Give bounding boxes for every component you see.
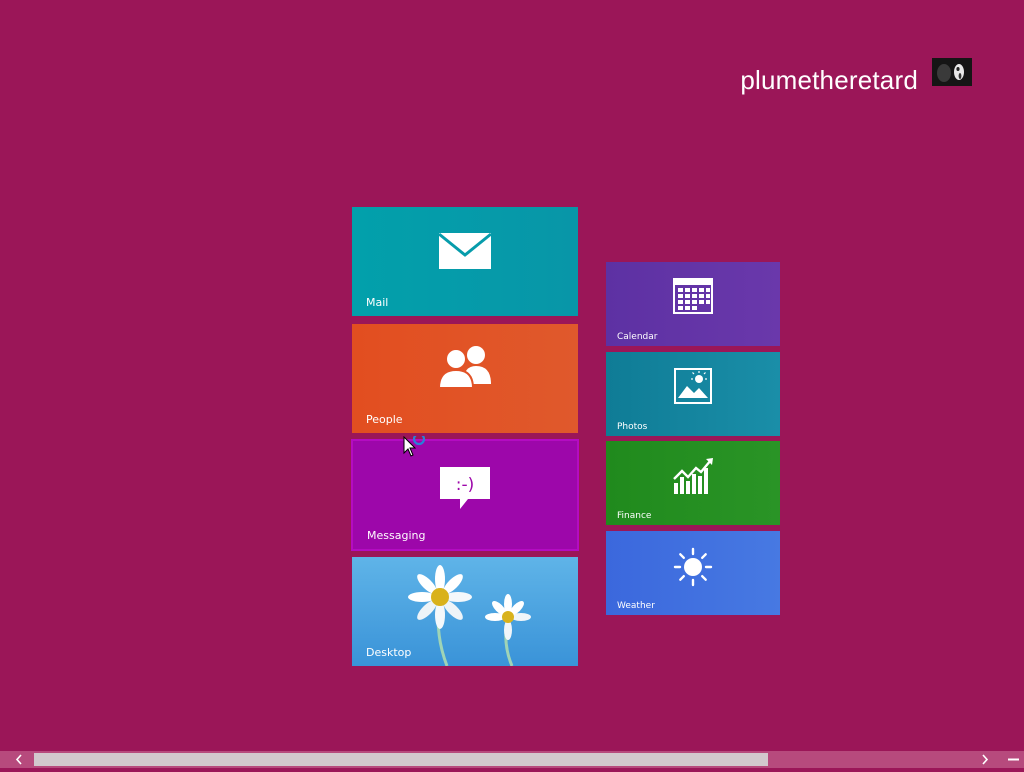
tile-label: Desktop — [366, 646, 412, 659]
tile-label: Calendar — [617, 332, 658, 342]
scroll-left-button[interactable] — [11, 751, 28, 768]
tile-label: Mail — [366, 296, 389, 309]
tile-calendar[interactable]: Calendar — [606, 262, 780, 346]
tile-messaging[interactable]: :-) Messaging — [351, 439, 579, 551]
calendar-icon — [673, 278, 713, 318]
tile-label: Finance — [617, 511, 652, 521]
pointer-busy-icon — [403, 432, 426, 457]
user-avatar[interactable] — [932, 58, 972, 86]
people-icon — [435, 344, 495, 394]
start-screen: { "user": { "name": "plumetheretard", "a… — [0, 0, 1024, 768]
sun-icon — [673, 547, 713, 591]
tile-people[interactable]: People — [352, 324, 578, 433]
horizontal-scrollbar[interactable] — [0, 751, 1024, 768]
scroll-right-button[interactable] — [976, 751, 993, 768]
scroll-thumb[interactable] — [34, 753, 768, 766]
stock-chart-icon — [672, 457, 714, 499]
tile-weather[interactable]: Weather — [606, 531, 780, 615]
tile-label: Weather — [617, 601, 655, 611]
tile-finance[interactable]: Finance — [606, 441, 780, 525]
avatar-photo-icon — [932, 58, 972, 86]
minus-icon — [1008, 758, 1019, 761]
user-name[interactable]: plumetheretard — [740, 60, 918, 100]
tile-mail[interactable]: Mail — [352, 207, 578, 316]
chevron-right-icon — [982, 754, 989, 765]
user-account[interactable]: plumetheretard — [740, 58, 972, 100]
svg-text::-): :-) — [456, 475, 475, 495]
picture-icon — [674, 368, 712, 408]
tile-label: Photos — [617, 422, 648, 432]
mouse-cursor — [403, 432, 427, 464]
chevron-left-icon — [15, 754, 22, 765]
envelope-icon — [438, 231, 492, 275]
tile-photos[interactable]: Photos — [606, 352, 780, 436]
tile-label: People — [366, 413, 403, 426]
tile-desktop[interactable]: Desktop — [352, 557, 578, 666]
tile-label: Messaging — [367, 529, 426, 542]
semantic-zoom-button[interactable] — [1004, 751, 1024, 768]
chat-bubble-icon: :-) — [438, 465, 492, 517]
